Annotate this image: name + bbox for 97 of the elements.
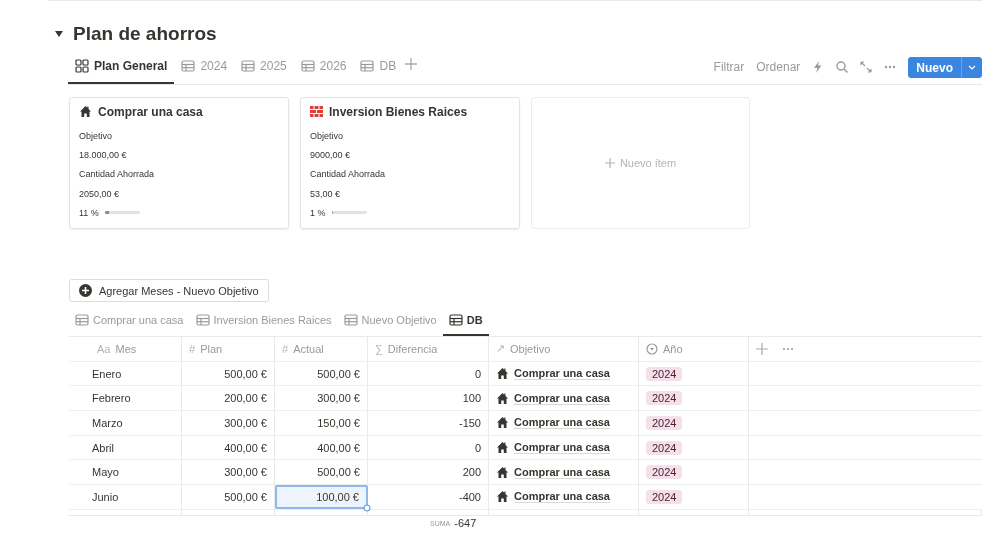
house-icon [79,105,92,119]
card-field: Cantidad Ahorrada [310,164,510,184]
column-label: Mes [115,342,137,355]
expand-icon[interactable] [860,61,873,73]
search-icon[interactable] [836,61,849,73]
house-icon [496,441,509,455]
sum-value: -647 [454,517,477,529]
year-tag: 2024 [646,391,683,406]
property-type-icon: # [189,342,196,355]
table-cell: 300,00 € [182,411,275,435]
year-tag: 2024 [646,366,683,381]
property-type-icon: # [282,342,289,355]
plus-icon [604,158,615,168]
table-icon [195,313,210,327]
table-cell: 200,00 € [182,386,275,411]
year-tag: 2024 [646,440,683,455]
board-icon [75,58,89,73]
card-field: 53,00 € [310,183,510,204]
table-cell: 500,00 € [182,361,275,386]
table-cell: -150 [368,411,489,435]
table-icon [343,313,358,327]
property-type-icon: ↗ [496,342,505,356]
select-property-icon [646,342,658,355]
table-cell: 200 [368,460,489,485]
house-icon [496,367,509,381]
table-icon [448,313,463,327]
card-field: 9000,00 € [310,145,510,165]
month-cell[interactable]: Febrero [69,386,182,411]
relation-link[interactable]: Comprar una casa [514,465,610,479]
table-cell: 300,00 € [182,460,275,485]
table-cell: 0 [368,435,489,460]
new-item-label: Nuevo ítem [619,157,677,169]
add-goal-button[interactable]: Agregar Meses - Nuevo Objetivo [69,279,269,302]
add-column-icon[interactable] [756,342,768,355]
percent-label: 1 % [310,207,326,218]
column-label: Plan [200,342,223,355]
card-title: Comprar una casa [98,104,203,119]
resize-handle-icon [363,503,371,512]
table-icon [300,58,315,73]
table-cell: 400,00 € [275,435,368,460]
month-cell[interactable]: Enero [69,361,182,386]
house-icon [496,391,509,405]
year-tag: 2024 [646,465,683,480]
card-title: Inversion Bienes Raices [329,104,468,119]
more-icon[interactable] [782,345,794,352]
page-title: Plan de ahorros [73,23,217,45]
year-tag: 2024 [646,489,683,504]
table-icon [181,58,196,73]
collapse-toggle-icon [54,29,64,39]
brick-wall-icon [310,105,323,119]
column-label: Año [663,342,683,355]
relation-link[interactable]: Comprar una casa [514,490,610,504]
table-cell: 100 [368,386,489,411]
table-cell: 150,00 € [275,411,368,435]
table-cell: 300,00 € [275,386,368,411]
gallery-card[interactable]: Inversion Bienes Raices Objetivo 9000,00 € Cantidad Ahorrada 53,00 € 1 % [300,97,520,229]
table-view-tab[interactable]: DB [442,308,489,336]
chevron-down-icon [968,64,976,70]
card-field: Cantidad Ahorrada [79,164,279,184]
table-icon [241,58,256,73]
add-view-icon[interactable] [405,58,418,70]
table-cell: -400 [368,485,489,509]
month-cell[interactable]: Mayo [69,460,182,485]
table-icon [75,313,89,327]
property-type-icon: ∑ [375,342,383,355]
table-cell: 500,00 € [275,460,368,485]
table-cell: 0 [368,361,489,386]
column-label: Objetivo [510,342,551,355]
card-field: 2050,00 € [79,183,279,204]
relation-link[interactable]: Comprar una casa [514,391,610,405]
month-cell[interactable]: Junio [69,485,182,509]
new-button[interactable]: Nuevo [908,56,961,78]
view-tab[interactable]: Plan General [68,52,175,84]
gallery-card[interactable]: Comprar una casa Objetivo 18.000,00 € Cantidad Ahorrada 2050,00 € 11 % [69,97,289,229]
relation-link[interactable]: Comprar una casa [514,441,610,455]
table-cell: 400,00 € [182,435,275,460]
percent-label: 11 % [79,207,99,218]
column-label: Diferencia [387,342,438,355]
table-cell: 500,00 € [275,361,368,386]
house-icon [496,465,509,479]
house-icon [496,490,509,504]
relation-link[interactable]: Comprar una casa [514,367,610,381]
card-field: Objetivo [310,125,510,146]
card-field: 18.000,00 € [79,145,279,165]
month-cell[interactable]: Abril [69,435,182,460]
relation-link[interactable]: Comprar una casa [514,416,610,430]
more-icon[interactable] [884,64,897,70]
table-icon [360,58,375,73]
property-type-icon: Aa [97,342,111,355]
dropdown-button[interactable] [961,56,982,78]
plus-circle-icon [79,284,92,297]
month-cell[interactable]: Marzo [69,411,182,435]
year-tag: 2024 [646,415,683,430]
table-cell: 100,00 € [275,485,368,509]
house-icon [496,416,509,430]
column-label: Actual [293,342,324,355]
card-field: Objetivo [79,125,279,146]
